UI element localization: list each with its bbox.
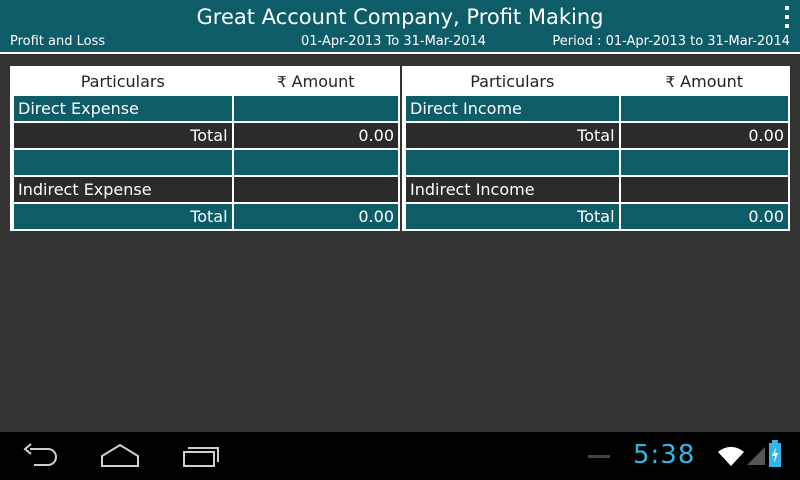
- row-label: Direct Expense: [11, 94, 234, 123]
- date-range: 01-Apr-2013 To 31-Mar-2014: [301, 34, 487, 49]
- overflow-menu-icon[interactable]: [782, 6, 792, 28]
- table-row[interactable]: Direct Expense: [11, 94, 401, 123]
- clock: 5:38: [633, 440, 696, 470]
- company-title: Great Account Company, Profit Making: [196, 5, 604, 29]
- row-amount: 0.00: [618, 121, 791, 150]
- row-label: [11, 148, 234, 177]
- table-row[interactable]: Indirect Income: [403, 175, 791, 204]
- row-amount: [618, 175, 791, 204]
- rupee-icon: ₹: [665, 72, 676, 91]
- table-row[interactable]: Total 0.00: [11, 202, 401, 231]
- row-label: [403, 148, 621, 177]
- row-amount: [231, 148, 401, 177]
- row-amount: 0.00: [231, 121, 401, 150]
- row-label: Total: [403, 121, 621, 150]
- notification-dash-icon: [588, 455, 610, 458]
- recent-apps-icon[interactable]: [182, 442, 220, 468]
- signal-icon: [747, 447, 765, 465]
- battery-icon: [769, 440, 781, 467]
- table-row[interactable]: [11, 148, 401, 177]
- table-row[interactable]: Total 0.00: [403, 121, 791, 150]
- expense-table: Particulars ₹ Amount Direct Expense Tota…: [10, 66, 401, 231]
- row-amount: 0.00: [618, 202, 791, 231]
- table-row[interactable]: Total 0.00: [403, 202, 791, 231]
- table-row[interactable]: [403, 148, 791, 177]
- period-label: Period : 01-Apr-2013 to 31-Mar-2014: [552, 34, 790, 49]
- wifi-icon: [718, 446, 744, 466]
- row-label: Total: [11, 202, 234, 231]
- table-header-row: Particulars ₹ Amount: [11, 66, 401, 96]
- particulars-header: Particulars: [403, 66, 621, 96]
- report-name: Profit and Loss: [10, 34, 106, 49]
- income-table: Particulars ₹ Amount Direct Income Total…: [402, 66, 791, 231]
- table-row[interactable]: Total 0.00: [11, 121, 401, 150]
- table-row[interactable]: Indirect Expense: [11, 175, 401, 204]
- table-row[interactable]: Direct Income: [403, 94, 791, 123]
- home-icon[interactable]: [100, 442, 140, 468]
- amount-header: ₹ Amount: [231, 66, 401, 96]
- table-header-row: Particulars ₹ Amount: [403, 66, 791, 96]
- rupee-icon: ₹: [277, 72, 287, 91]
- row-label: Indirect Expense: [11, 175, 234, 204]
- row-amount: [618, 94, 791, 123]
- row-label: Total: [11, 121, 234, 150]
- particulars-header: Particulars: [11, 66, 234, 96]
- row-amount: [231, 175, 401, 204]
- row-label: Direct Income: [403, 94, 621, 123]
- row-label: Indirect Income: [403, 175, 621, 204]
- row-amount: [618, 148, 791, 177]
- back-icon[interactable]: [22, 442, 60, 468]
- row-amount: [231, 94, 401, 123]
- row-amount: 0.00: [231, 202, 401, 231]
- row-label: Total: [403, 202, 621, 231]
- action-bar: Great Account Company, Profit Making Pro…: [0, 0, 800, 54]
- amount-header: ₹ Amount: [618, 66, 791, 96]
